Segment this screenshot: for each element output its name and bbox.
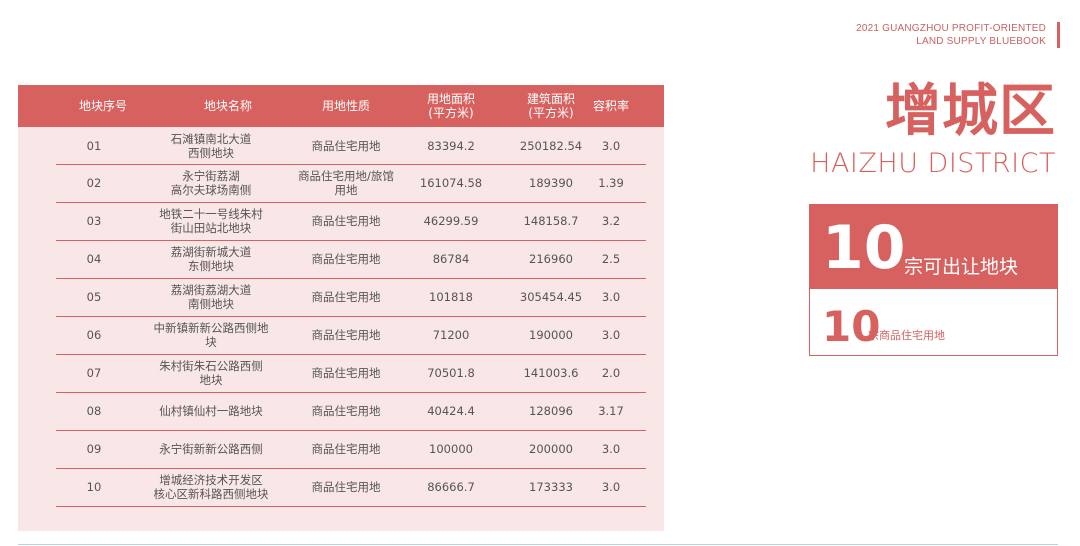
- cell-plot-name: 中新镇新新公路西侧地 块: [153, 321, 269, 349]
- table-row: 02 永宁街荔湖 高尔夫球场南侧 商品住宅用地/旅馆 用地 161074.58 1893…: [56, 164, 646, 203]
- cell-plot-number: 06: [86, 328, 102, 342]
- cell-land-use: 商品住宅用地: [311, 290, 381, 304]
- cell-land-use: 商品住宅用地: [311, 442, 381, 456]
- residential-plot-label: 宗商品住宅用地: [868, 329, 945, 342]
- cell-plot-number: 03: [86, 214, 102, 228]
- cell-land-area: 101818: [429, 290, 473, 304]
- table-row: 05 荔湖街荔湖大道 南侧地块 商品住宅用地 101818 305454.45 3.0: [56, 278, 646, 317]
- cell-plot-ratio: 3.0: [601, 480, 621, 494]
- header-land-use: 用地性质: [321, 99, 370, 113]
- cell-land-use: 商品住宅用地: [311, 404, 381, 418]
- cell-plot-ratio: 3.0: [601, 290, 621, 304]
- cell-land-use: 商品住宅用地: [311, 139, 381, 153]
- table-row: 07 朱村街朱石公路西侧 地块 商品住宅用地 70501.8 141003.6 2.0: [56, 354, 646, 393]
- cell-plot-number: 09: [86, 442, 102, 456]
- cell-land-use: 商品住宅用地/旅馆 用地: [298, 169, 394, 197]
- cell-plot-name: 增城经济技术开发区 核心区新科路西侧地块: [153, 473, 269, 501]
- cell-land-use: 商品住宅用地: [311, 252, 381, 266]
- cell-land-area: 40424.4: [427, 404, 475, 418]
- cell-land-area: 83394.2: [427, 139, 475, 153]
- cell-land-area: 70501.8: [427, 366, 475, 380]
- cell-plot-name: 永宁街新新公路西侧: [159, 442, 263, 456]
- header-plot-number: 地块序号: [78, 99, 127, 113]
- header-accent-bar: [1057, 22, 1060, 48]
- table-header: 地块序号 地块名称 用地性质 用地面积 (平方米) 建筑面积 (平方米) 容积率: [18, 85, 664, 127]
- cell-plot-number: 10: [86, 480, 102, 494]
- cell-land-use: 商品住宅用地: [311, 214, 381, 228]
- bluebook-title-line1: 2021 GUANGZHOU PROFIT-ORIENTED: [856, 23, 1046, 34]
- cell-plot-name: 永宁街荔湖 高尔夫球场南侧: [170, 169, 252, 197]
- table-row: 10 增城经济技术开发区 核心区新科路西侧地块 商品住宅用地 86666.7 17333…: [56, 468, 646, 507]
- table-row: 01 石滩镇南北大道 西侧地块 商品住宅用地 83394.2 250182.54 3.0: [56, 128, 646, 165]
- cell-plot-name: 石滩镇南北大道 西侧地块: [170, 132, 252, 160]
- table-row: 09 永宁街新新公路西侧 商品住宅用地 100000 200000 3.0: [56, 430, 646, 469]
- table-row: 06 中新镇新新公路西侧地 块商品住宅用地 71200 190000 3.0: [56, 316, 646, 355]
- cell-plot-number: 05: [86, 290, 102, 304]
- bluebook-title: 2021 GUANGZHOU PROFIT-ORIENTED LAND SUPP…: [856, 22, 1046, 48]
- cell-plot-number: 07: [86, 366, 102, 380]
- table-row: 03 地铁二十一号线朱村 街山田站北地块 商品住宅用地 46299.59 148158.…: [56, 202, 646, 241]
- cell-plot-ratio: 3.17: [598, 404, 624, 418]
- total-plot-label: 宗可出让地块: [904, 256, 1019, 278]
- stats-box: 10 宗可出让地块 10 宗商品住宅用地: [809, 204, 1058, 356]
- cell-land-area: 100000: [429, 442, 473, 456]
- cell-land-use: 商品住宅用地: [311, 480, 381, 494]
- cell-plot-ratio: 3.0: [601, 139, 621, 153]
- cell-plot-ratio: 2.5: [601, 252, 621, 266]
- table-row: 08 仙村镇仙村一路地块 商品住宅用地 40424.4 128096 3.17: [56, 392, 646, 431]
- cell-plot-name: 荔湖街荔湖大道 南侧地块: [170, 283, 252, 311]
- header-plot-ratio: 容积率: [592, 99, 629, 113]
- cell-plot-ratio: 3.0: [601, 442, 621, 456]
- header-plot-name: 地块名称: [203, 99, 252, 113]
- cell-land-use: 商品住宅用地: [311, 366, 381, 380]
- cell-plot-number: 02: [86, 176, 102, 190]
- cell-plot-name: 荔湖街新城大道 东侧地块: [170, 245, 252, 273]
- cell-plot-ratio: 3.0: [601, 328, 621, 342]
- cell-land-use: 商品住宅用地: [311, 328, 381, 342]
- cell-plot-number: 08: [86, 404, 102, 418]
- cell-land-area: 86666.7: [427, 480, 475, 494]
- cell-plot-name: 仙村镇仙村一路地块: [159, 404, 263, 418]
- footer-divider: [18, 544, 1058, 545]
- cell-plot-number: 01: [86, 139, 102, 153]
- stats-total-block: 10 宗可出让地块: [810, 205, 1057, 289]
- district-name-cn: 增城区: [885, 79, 1056, 144]
- header-land-area: 用地面积 (平方米): [426, 92, 475, 120]
- land-table-panel: 地块序号 地块名称 用地性质 用地面积 (平方米) 建筑面积 (平方米) 容积率…: [18, 85, 664, 531]
- cell-plot-name: 地铁二十一号线朱村 街山田站北地块: [159, 207, 263, 235]
- cell-land-area: 86784: [432, 252, 470, 266]
- district-name-en: HAIZHU DISTRICT: [810, 148, 1056, 179]
- cell-plot-ratio: 3.2: [601, 214, 621, 228]
- bluebook-title-line2: LAND SUPPLY BLUEBOOK: [916, 36, 1046, 47]
- cell-plot-name: 朱村街朱石公路西侧 地块: [159, 359, 263, 387]
- cell-plot-ratio: 1.39: [598, 176, 624, 190]
- table-row: 04 荔湖街新城大道 东侧地块 商品住宅用地 86784 216960 2.5: [56, 240, 646, 279]
- cell-land-area: 161074.58: [419, 176, 483, 190]
- total-plot-count: 10: [822, 213, 906, 283]
- cell-land-area: 71200: [432, 328, 470, 342]
- cell-plot-number: 04: [86, 252, 102, 266]
- cell-land-area: 46299.59: [423, 214, 479, 228]
- cell-plot-ratio: 2.0: [601, 366, 621, 380]
